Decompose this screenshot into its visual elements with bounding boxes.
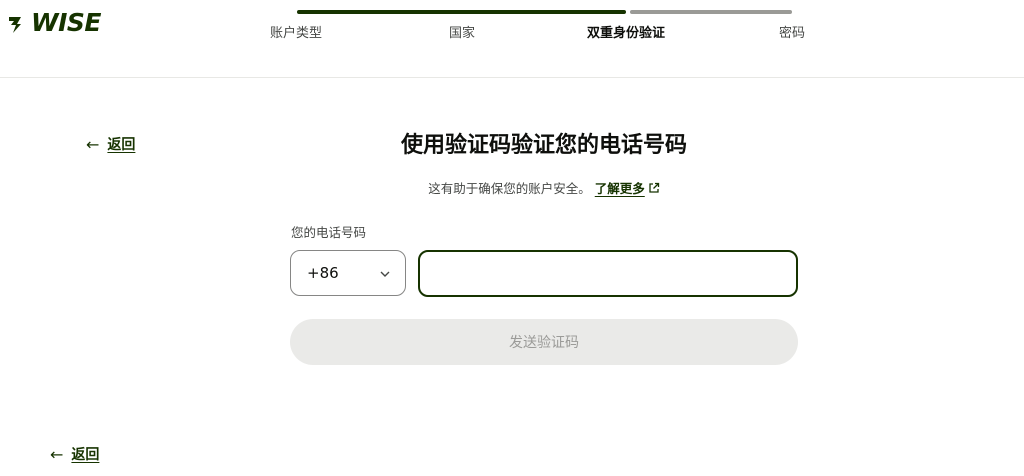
send-code-button[interactable]: 发送验证码 [290,319,798,365]
step-two-factor: 双重身份验证 [587,26,666,41]
top-header: WISE 账户类型 国家 双重身份验证 密码 [0,0,1024,78]
progress-bar-remaining [630,10,792,14]
learn-more-link[interactable]: 了解更多 [595,181,660,196]
phone-field-label: 您的电话号码 [291,225,367,240]
learn-more-label: 了解更多 [594,181,645,196]
country-code-value: +86 [307,264,339,282]
back-link-label: 返回 [71,447,100,463]
wise-wordmark: WISE [31,8,101,37]
step-password: 密码 [779,26,806,41]
external-link-icon [649,182,659,193]
arrow-left-icon: ← [50,445,64,464]
wise-logo[interactable]: WISE [8,8,101,38]
wise-flag-icon [9,17,21,33]
subtitle-text: 这有助于确保您的账户安全。 [428,181,591,196]
phone-number-input[interactable] [418,250,798,297]
country-code-select[interactable]: +86 [290,250,406,296]
page-subtitle: 这有助于确保您的账户安全。 了解更多 [0,180,1024,198]
chevron-down-icon [380,271,390,277]
back-link-bottom[interactable]: ← 返回 [50,446,99,464]
step-country: 国家 [449,26,476,41]
progress-bar-completed [297,10,626,14]
page-title: 使用验证码验证您的电话号码 [400,133,687,158]
step-account-type: 账户类型 [270,26,323,41]
